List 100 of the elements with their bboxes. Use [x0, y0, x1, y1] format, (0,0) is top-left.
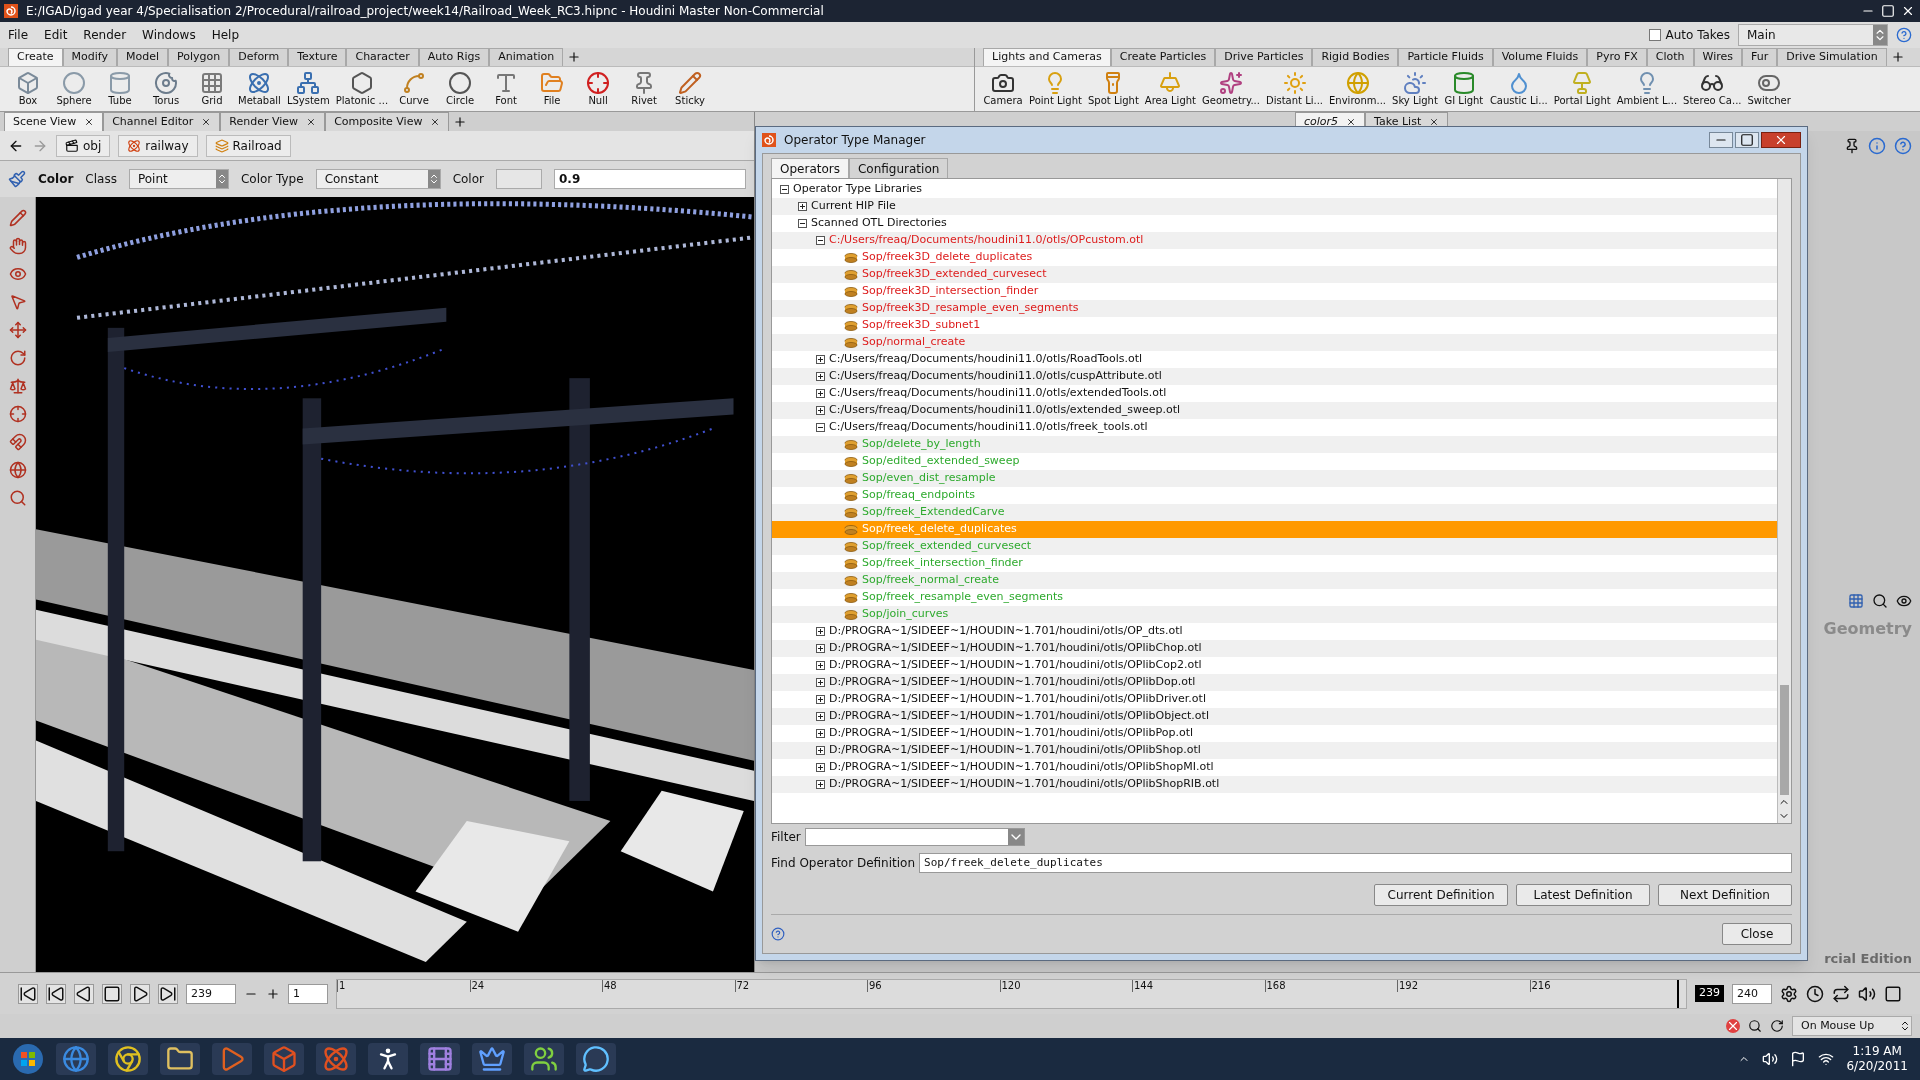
- expand-icon[interactable]: [816, 695, 825, 704]
- folder-icon[interactable]: [160, 1043, 200, 1075]
- tab[interactable]: Particle Fluids: [1398, 48, 1493, 66]
- globe-icon[interactable]: [56, 1043, 96, 1075]
- tab[interactable]: Create: [8, 48, 63, 66]
- shelf-tool[interactable]: LSystem: [286, 70, 330, 107]
- film-icon[interactable]: [420, 1043, 460, 1075]
- tab[interactable]: Auto Rigs: [418, 48, 490, 66]
- collapse-icon[interactable]: [780, 185, 789, 194]
- close-icon[interactable]: [1761, 132, 1801, 148]
- tree-row[interactable]: C:/Users/freaq/Documents/houdini11.0/otls/OPcustom.otl: [772, 232, 1777, 249]
- expand-icon[interactable]: [816, 678, 825, 687]
- signal-icon[interactable]: [1818, 1051, 1835, 1067]
- shelf-tool[interactable]: Stereo Ca...: [1683, 70, 1742, 107]
- expand-icon[interactable]: [816, 763, 825, 772]
- magnet-icon[interactable]: [8, 433, 27, 451]
- close-button[interactable]: Close: [1722, 923, 1792, 945]
- collapse-icon[interactable]: [816, 236, 825, 245]
- tab[interactable]: Volume Fluids: [1492, 48, 1588, 66]
- tab[interactable]: Deform: [229, 48, 289, 66]
- tab[interactable]: Texture: [288, 48, 347, 66]
- chat-bubble-icon[interactable]: [576, 1043, 616, 1075]
- play-icon[interactable]: [130, 983, 150, 1004]
- expand-icon[interactable]: [816, 746, 825, 755]
- add-tab-icon[interactable]: [453, 115, 468, 129]
- shelf-tool[interactable]: Switcher: [1747, 70, 1791, 107]
- frame-field[interactable]: 239: [186, 983, 236, 1004]
- search-icon[interactable]: [1748, 1019, 1762, 1033]
- maximize-icon[interactable]: [1880, 4, 1896, 18]
- help-icon[interactable]: [1894, 137, 1912, 155]
- value-field[interactable]: 0.9: [553, 169, 746, 189]
- expand-icon[interactable]: [816, 627, 825, 636]
- checkbox[interactable]: [1649, 29, 1662, 41]
- shelf-tool[interactable]: Curve: [394, 70, 435, 107]
- grid-icon[interactable]: [1848, 592, 1864, 609]
- expand-icon[interactable]: [798, 202, 807, 211]
- tab[interactable]: Drive Particles: [1215, 48, 1313, 66]
- shelf-tool[interactable]: Camera: [983, 70, 1023, 107]
- start-orb-icon[interactable]: [12, 1043, 44, 1075]
- tab[interactable]: Fur: [1742, 48, 1778, 66]
- tab[interactable]: Render View: [220, 112, 326, 131]
- shelf-tool[interactable]: File: [532, 70, 573, 107]
- tab[interactable]: Model: [117, 48, 169, 66]
- collapse-icon[interactable]: [816, 423, 825, 432]
- stop-icon[interactable]: [102, 983, 122, 1004]
- globe-icon[interactable]: [8, 461, 27, 479]
- tab[interactable]: Wires: [1693, 48, 1742, 66]
- shelf-tool[interactable]: Caustic Li...: [1489, 70, 1548, 107]
- filter-field[interactable]: [804, 828, 1025, 846]
- tab[interactable]: Cloth: [1646, 48, 1694, 66]
- help-icon[interactable]: [771, 927, 785, 941]
- shelf-tool[interactable]: Circle: [440, 70, 481, 107]
- crosshair-icon[interactable]: [8, 405, 27, 423]
- expand-icon[interactable]: [816, 389, 825, 398]
- maximize-icon[interactable]: [1735, 132, 1759, 148]
- play-reverse-icon[interactable]: [74, 983, 94, 1004]
- shelf-tool[interactable]: Ambient L...: [1616, 70, 1678, 107]
- pointer-icon[interactable]: [8, 293, 27, 311]
- expand-icon[interactable]: [816, 644, 825, 653]
- scrollbar[interactable]: [1777, 179, 1791, 823]
- shelf-tool[interactable]: Environm...: [1329, 70, 1387, 107]
- tab[interactable]: Composite View: [325, 112, 450, 131]
- desktop-dropdown[interactable]: Main: [1738, 24, 1888, 46]
- tree-row[interactable]: D:/PROGRA~1/SIDEEF~1/HOUDIN~1.701/houdini/otls/OPlibDop.otl: [772, 674, 1777, 691]
- hand-icon[interactable]: [8, 237, 27, 255]
- refresh-icon[interactable]: [1770, 1019, 1784, 1033]
- scale-icon[interactable]: [8, 377, 27, 395]
- dialog-button[interactable]: Current Definition: [1374, 884, 1508, 906]
- expand-icon[interactable]: [816, 780, 825, 789]
- rotate-icon[interactable]: [8, 349, 27, 367]
- clock-icon[interactable]: [1806, 984, 1824, 1003]
- expand-icon[interactable]: [816, 406, 825, 415]
- info-icon[interactable]: [1868, 137, 1886, 155]
- timeline-track[interactable]: 1 24 48 72 96 120 144 168 192 216: [336, 978, 1687, 1009]
- pin-icon[interactable]: [1844, 138, 1860, 154]
- expand-icon[interactable]: [816, 712, 825, 721]
- shelf-tool[interactable]: Torus: [146, 70, 186, 107]
- crown-icon[interactable]: [472, 1043, 512, 1075]
- shelf-tool[interactable]: Grid: [192, 70, 232, 107]
- users-icon[interactable]: [524, 1043, 564, 1075]
- tree-row[interactable]: D:/PROGRA~1/SIDEEF~1/HOUDIN~1.701/houdini/otls/OPlibChop.otl: [772, 640, 1777, 657]
- step-field[interactable]: 1: [288, 983, 328, 1004]
- shelf-tool[interactable]: Distant Li...: [1266, 70, 1324, 107]
- path-segment[interactable]: railway: [118, 134, 198, 157]
- color-type-dropdown[interactable]: Constant: [315, 169, 441, 189]
- settings-icon[interactable]: [1780, 984, 1798, 1003]
- playhead[interactable]: [1677, 979, 1680, 1008]
- tree-row[interactable]: D:/PROGRA~1/SIDEEF~1/HOUDIN~1.701/houdini/otls/OPlibShopRIB.otl: [772, 776, 1777, 793]
- shelf-tool[interactable]: Rivet: [624, 70, 665, 107]
- tab[interactable]: Configuration: [848, 158, 949, 178]
- tab[interactable]: Pyro FX: [1587, 48, 1647, 66]
- tree-row[interactable]: Sop/freek3D_extended_curvesect: [772, 266, 1777, 283]
- find-field[interactable]: Sop/freek_delete_duplicates: [919, 853, 1792, 873]
- shelf-tool[interactable]: GI Light: [1443, 70, 1484, 107]
- skip-back-icon[interactable]: [18, 983, 38, 1004]
- expand-icon[interactable]: [816, 661, 825, 670]
- tab[interactable]: Lights and Cameras: [983, 48, 1111, 66]
- shelf-tool[interactable]: Font: [486, 70, 527, 107]
- move-icon[interactable]: [8, 321, 27, 339]
- menu-item[interactable]: Edit: [44, 26, 68, 44]
